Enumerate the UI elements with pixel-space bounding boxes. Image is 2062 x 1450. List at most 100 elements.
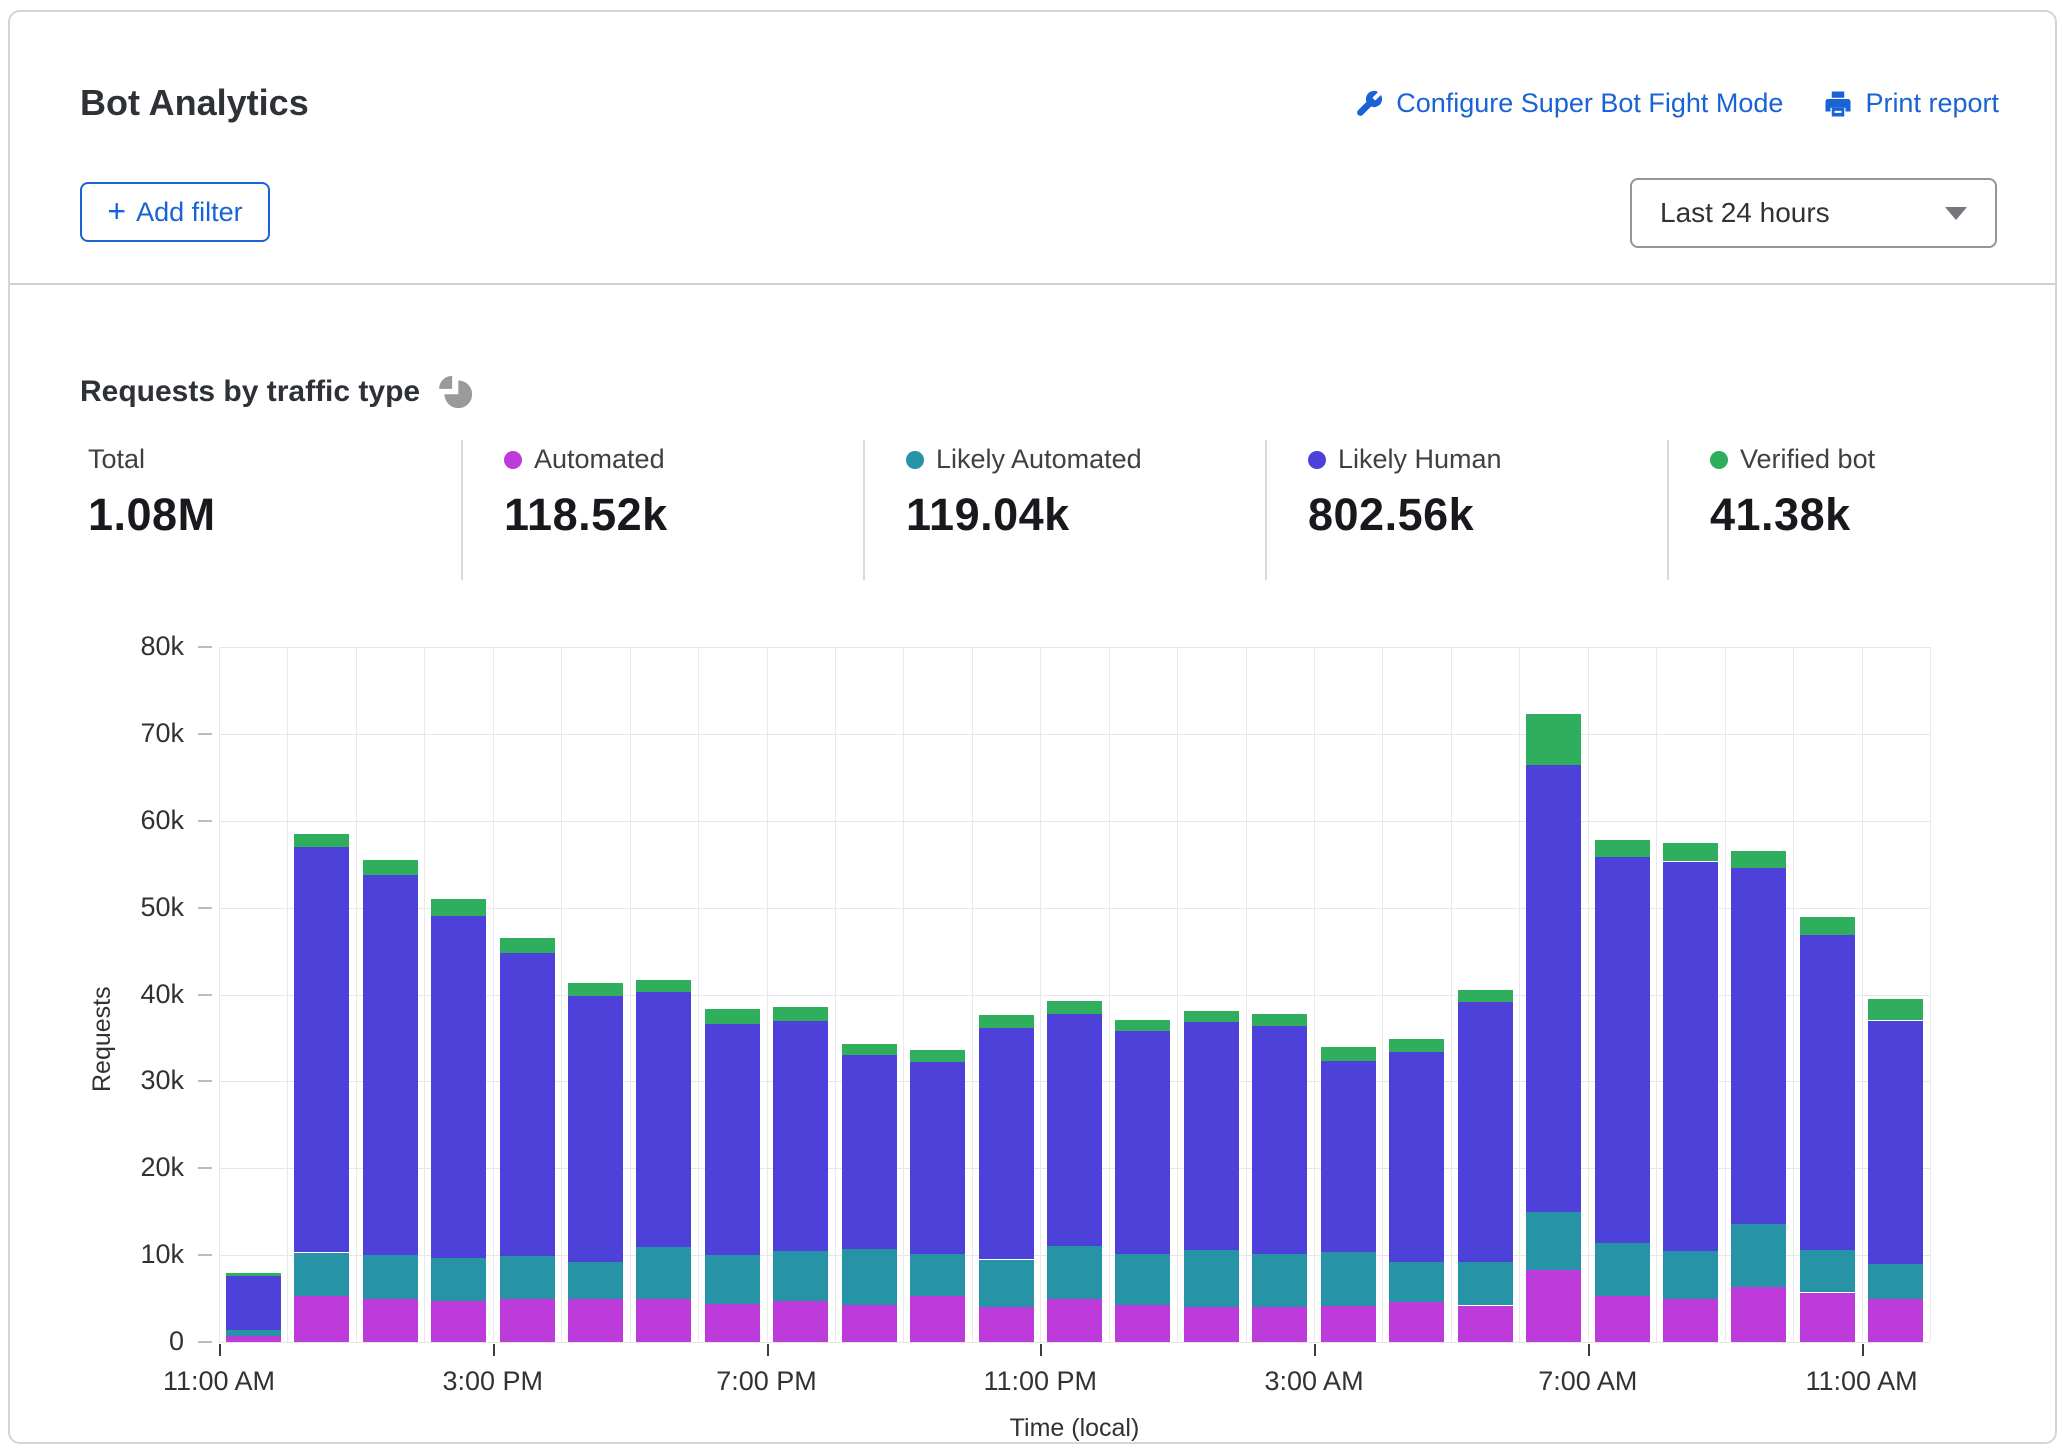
gridline-vertical: [1450, 647, 1452, 1342]
bar-segment-likely-human: [1526, 765, 1582, 1212]
gridline-vertical: [355, 647, 357, 1342]
bar-segment-likely-automated: [704, 1255, 760, 1304]
stat-label: Total: [88, 444, 146, 474]
bar-segment-likely-automated: [1252, 1254, 1308, 1308]
stat-likely-automated[interactable]: Likely Automated 119.04k: [906, 444, 1266, 541]
gridline-vertical: [1177, 647, 1179, 1342]
y-axis-tick-label: 20k: [140, 1152, 184, 1183]
stat-divider: [461, 440, 463, 580]
bar-segment-likely-human: [636, 991, 692, 1248]
time-range-select[interactable]: Last 24 hours: [1630, 178, 1997, 248]
stat-likely-human[interactable]: Likely Human 802.56k: [1308, 444, 1668, 541]
x-axis-tick-label: 7:00 PM: [716, 1366, 817, 1396]
gridline-vertical: [1040, 647, 1042, 1342]
bar-segment-likely-automated: [1047, 1245, 1102, 1300]
bar-segment-likely-human: [1594, 857, 1650, 1243]
bar-segment-verified-bot: [1252, 1013, 1308, 1026]
bar-segment-automated: [499, 1299, 555, 1342]
bar-segment-automated: [1252, 1307, 1308, 1343]
x-axis-tick: [1040, 1344, 1043, 1356]
gridline-vertical: [1656, 647, 1658, 1342]
stat-divider: [1265, 440, 1267, 580]
bar-segment-automated: [1183, 1307, 1239, 1343]
y-axis-tick-label: 40k: [140, 978, 184, 1009]
gridline-vertical: [903, 647, 905, 1342]
stat-automated[interactable]: Automated 118.52k: [504, 444, 864, 541]
bar-segment-likely-human: [841, 1055, 897, 1249]
bar-segment-automated: [1457, 1305, 1513, 1342]
gridline-vertical: [1724, 647, 1726, 1342]
bar-segment-verified-bot: [1183, 1011, 1239, 1023]
bar-segment-verified-bot: [1047, 1001, 1102, 1014]
section-title: Requests by traffic type: [80, 375, 421, 408]
time-range-value: Last 24 hours: [1660, 197, 1830, 228]
bar-segment-likely-human: [431, 916, 486, 1258]
bot-analytics-page: Bot Analytics Configure Super Bot Fight …: [0, 0, 2062, 1450]
y-axis-tick-label: 0: [168, 1326, 184, 1356]
bar-segment-likely-human: [1183, 1022, 1239, 1250]
y-axis-tick: [198, 646, 212, 648]
bar-segment-verified-bot: [1731, 851, 1787, 868]
bar-segment-likely-human: [499, 952, 555, 1256]
bar-segment-likely-automated: [1389, 1262, 1445, 1303]
gridline-vertical: [424, 647, 426, 1342]
bar-segment-automated: [225, 1335, 281, 1342]
configure-super-bot-fight-mode-link[interactable]: Configure Super Bot Fight Mode: [1354, 88, 1783, 119]
bar-segment-likely-automated: [1457, 1262, 1513, 1306]
bar-segment-likely-human: [567, 996, 623, 1262]
bar-segment-likely-human: [1115, 1031, 1171, 1255]
bar-segment-verified-bot: [636, 979, 692, 992]
stat-value: 1.08M: [88, 489, 216, 540]
y-axis-tick-label: 30k: [140, 1065, 184, 1096]
stat-total: Total 1.08M: [88, 444, 448, 541]
bar-segment-likely-automated: [1663, 1250, 1718, 1299]
bar-segment-automated: [1115, 1304, 1171, 1342]
bar-segment-verified-bot: [362, 859, 418, 875]
bar-segment-automated: [978, 1307, 1034, 1343]
y-axis-tick: [198, 819, 212, 822]
plus-icon: +: [107, 192, 127, 229]
gridline-vertical: [1861, 647, 1863, 1342]
stat-value: 119.04k: [906, 489, 1070, 540]
bar-segment-likely-automated: [636, 1247, 692, 1300]
bar-segment-automated: [1526, 1269, 1582, 1342]
bar-segment-likely-automated: [841, 1249, 897, 1305]
bar-segment-automated: [567, 1299, 623, 1342]
x-axis-tick-label: 3:00 AM: [1264, 1366, 1364, 1396]
x-axis-tick: [219, 1344, 221, 1356]
gridline-vertical: [1519, 647, 1521, 1342]
stat-verified-bot[interactable]: Verified bot 41.38k: [1710, 444, 2062, 541]
bar-segment-likely-human: [1457, 1002, 1513, 1263]
bar-segment-verified-bot: [294, 833, 350, 847]
bar-segment-automated: [362, 1299, 418, 1342]
bar-segment-likely-human: [362, 874, 418, 1256]
bot-analytics-card: Bot Analytics Configure Super Bot Fight …: [8, 10, 2057, 1444]
bar-segment-automated: [294, 1296, 350, 1342]
bar-segment-likely-human: [1663, 861, 1718, 1251]
bar-segment-verified-bot: [431, 898, 486, 917]
add-filter-button[interactable]: + Add filter: [80, 182, 270, 242]
bar-segment-verified-bot: [225, 1272, 281, 1276]
bar-segment-verified-bot: [704, 1009, 760, 1025]
bar-segment-automated: [1868, 1299, 1924, 1342]
bar-segment-automated: [1799, 1292, 1855, 1342]
stat-value: 41.38k: [1710, 489, 1851, 540]
add-filter-label: Add filter: [136, 196, 243, 227]
bar-segment-likely-automated: [362, 1255, 418, 1300]
y-axis-tick: [198, 1167, 212, 1170]
stat-value: 802.56k: [1308, 489, 1475, 540]
gridline-vertical: [971, 647, 973, 1342]
gridline-vertical: [1587, 647, 1589, 1342]
bar-segment-likely-automated: [1868, 1263, 1924, 1300]
x-axis-title: Time (local): [1009, 1414, 1140, 1442]
y-axis-tick-label: 50k: [140, 891, 184, 922]
bar-segment-verified-bot: [1868, 998, 1924, 1021]
wrench-icon: [1354, 89, 1384, 119]
gridline-vertical: [492, 647, 494, 1342]
print-report-link[interactable]: Print report: [1823, 88, 1999, 119]
gridline-horizontal: [219, 733, 1930, 735]
bar-segment-likely-automated: [294, 1252, 350, 1296]
gridline-vertical: [219, 647, 220, 1342]
bar-segment-automated: [910, 1296, 966, 1342]
bar-segment-automated: [1594, 1296, 1650, 1342]
